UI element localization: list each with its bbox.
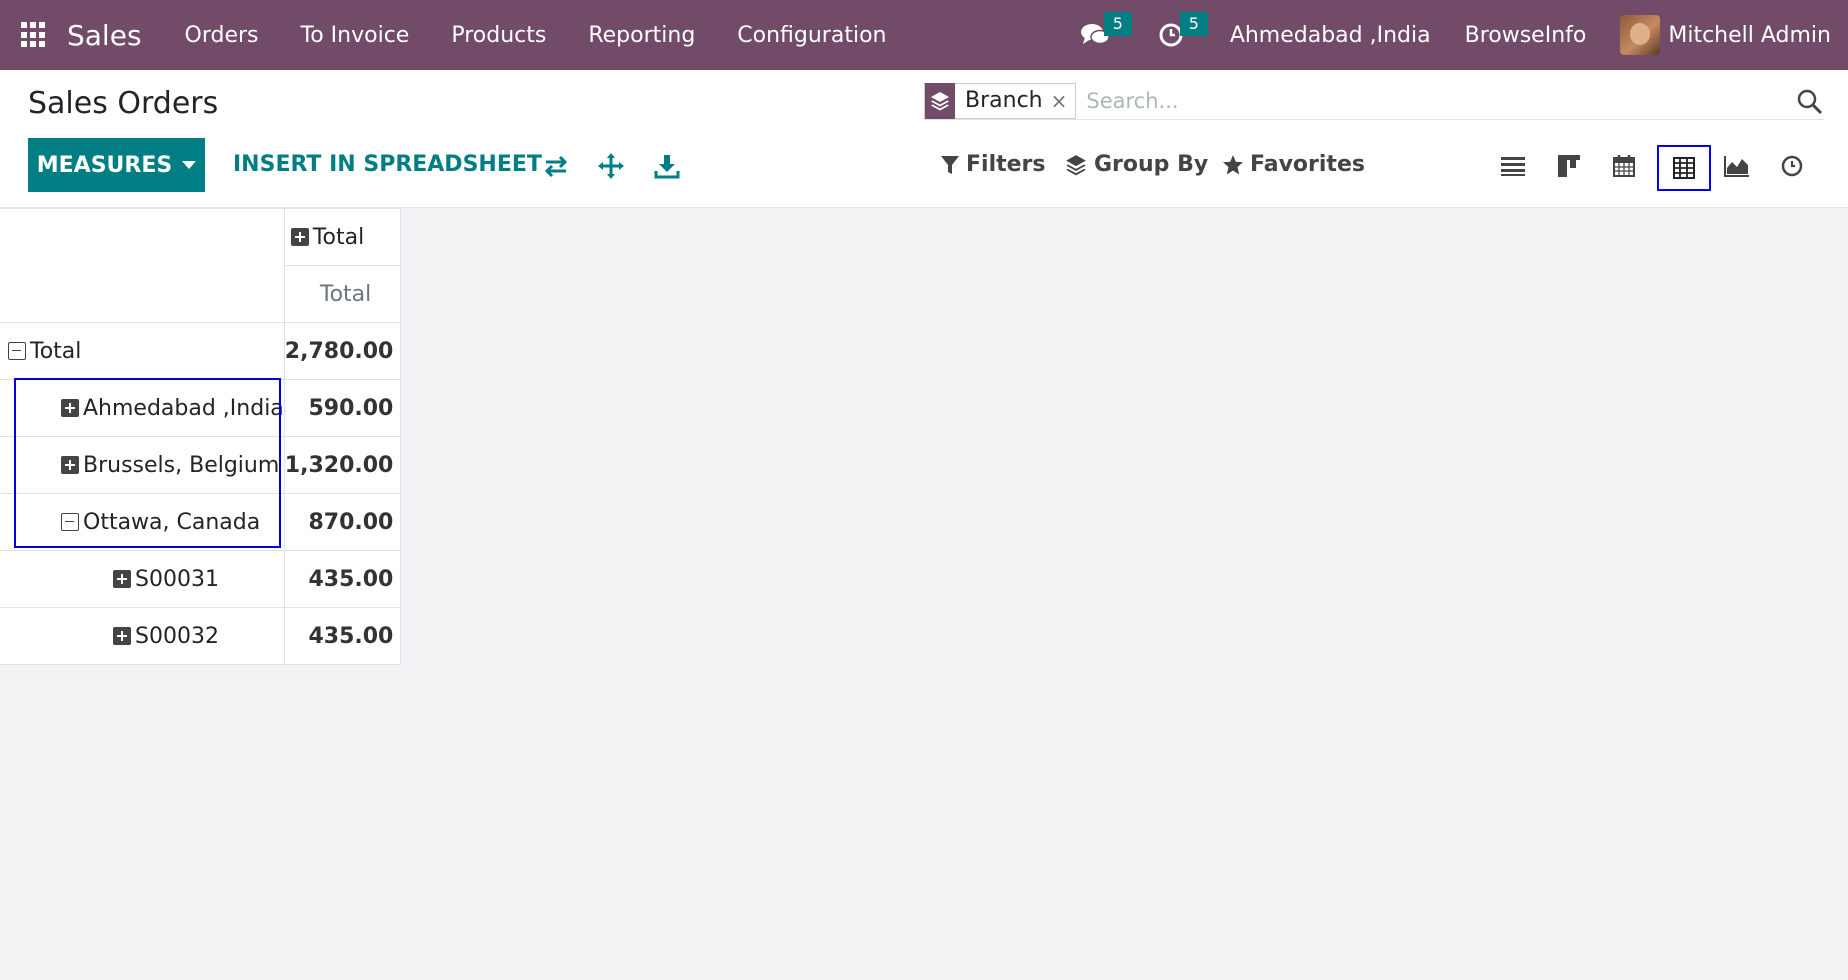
- facet-value: Branch: [965, 88, 1043, 113]
- measures-button[interactable]: MEASURES: [28, 138, 205, 192]
- pivot-cell[interactable]: 870.00: [283, 493, 402, 551]
- calendar-view-icon: [1613, 155, 1635, 177]
- facet-remove-icon[interactable]: ×: [1051, 89, 1076, 113]
- apps-menu-icon[interactable]: [21, 22, 47, 48]
- filters-button[interactable]: Filters: [940, 152, 1046, 177]
- systray: 5 5 Ahmedabad ,India BrowseInfo Mitchell…: [1078, 0, 1848, 70]
- group-by-facet-icon: [925, 82, 955, 119]
- search-bar: Branch ×: [924, 82, 1824, 120]
- pivot-row-header-brussels[interactable]: Brussels, Belgium: [0, 436, 285, 494]
- expand-all-icon[interactable]: [597, 152, 625, 180]
- expand-icon: [113, 626, 131, 645]
- expand-icon: [290, 227, 309, 246]
- row-label: S00032: [135, 623, 219, 649]
- page-title: Sales Orders: [28, 86, 219, 121]
- row-label: S00031: [135, 566, 219, 592]
- measures-label: MEASURES: [36, 152, 173, 178]
- row-label: Total: [30, 338, 82, 364]
- pivot-row-header-ottawa[interactable]: Ottawa, Canada: [0, 493, 285, 551]
- user-name: Mitchell Admin: [1668, 22, 1831, 48]
- avatar: [1620, 15, 1661, 55]
- control-panel: Sales Orders Branch × MEASURES INSERT IN…: [0, 70, 1848, 208]
- row-label: Ahmedabad ,India: [83, 395, 284, 421]
- kanban-view-button[interactable]: [1551, 148, 1587, 184]
- pivot-corner: [0, 208, 285, 323]
- pivot-cell[interactable]: 435.00: [283, 607, 402, 665]
- expand-icon: [61, 455, 79, 474]
- table-row: Ottawa, Canada 870.00: [0, 493, 402, 551]
- messages-badge: 5: [1103, 12, 1132, 36]
- row-label: Brussels, Belgium: [83, 452, 280, 478]
- pivot-cell[interactable]: 2,780.00: [283, 322, 402, 380]
- table-row: Brussels, Belgium 1,320.00: [0, 436, 402, 494]
- main-menu: Orders To Invoice Products Reporting Con…: [164, 23, 908, 48]
- pivot-cell[interactable]: 1,320.00: [283, 436, 402, 494]
- table-row: S00032 435.00: [0, 607, 402, 665]
- activity-view-button[interactable]: [1774, 148, 1810, 184]
- list-view-icon: [1501, 157, 1525, 176]
- collapse-icon: [8, 341, 26, 360]
- kanban-view-icon: [1558, 155, 1580, 177]
- menu-products[interactable]: Products: [430, 23, 567, 48]
- expand-icon: [61, 398, 79, 417]
- expand-icon: [113, 569, 131, 588]
- star-icon: [1223, 154, 1243, 174]
- top-navbar: Sales Orders To Invoice Products Reporti…: [0, 0, 1848, 70]
- search-icon[interactable]: [1796, 88, 1824, 116]
- table-row: Ahmedabad ,India 590.00: [0, 379, 402, 437]
- caret-down-icon: [182, 161, 197, 169]
- insert-in-spreadsheet-button[interactable]: INSERT IN SPREADSHEET: [233, 152, 542, 177]
- graph-view-icon: [1724, 156, 1749, 177]
- menu-to-invoice[interactable]: To Invoice: [280, 23, 431, 48]
- col-header-label: Total: [312, 224, 365, 250]
- menu-orders[interactable]: Orders: [164, 23, 280, 48]
- activities-button[interactable]: 5: [1154, 12, 1208, 52]
- messages-button[interactable]: 5: [1078, 12, 1132, 52]
- search-input[interactable]: [1086, 88, 1787, 113]
- favorites-button[interactable]: Favorites: [1222, 152, 1365, 177]
- pivot-row-header-s00031[interactable]: S00031: [0, 550, 285, 608]
- menu-reporting[interactable]: Reporting: [567, 23, 716, 48]
- company-switcher[interactable]: BrowseInfo: [1465, 23, 1587, 48]
- calendar-view-button[interactable]: [1606, 148, 1642, 184]
- clock-view-icon: [1781, 155, 1803, 177]
- user-menu[interactable]: Mitchell Admin: [1620, 15, 1831, 55]
- group-by-button[interactable]: Group By: [1064, 152, 1208, 177]
- search-facet: Branch ×: [924, 82, 1077, 119]
- list-view-button[interactable]: [1495, 148, 1531, 184]
- flip-axis-icon[interactable]: [542, 152, 570, 180]
- pivot-row-header-s00032[interactable]: S00032: [0, 607, 285, 665]
- pivot-view-icon: [1673, 157, 1695, 179]
- graph-view-button[interactable]: [1719, 148, 1755, 184]
- pivot-cell[interactable]: 590.00: [283, 379, 402, 437]
- pivot-cell[interactable]: 435.00: [283, 550, 402, 608]
- pivot-row-header-total[interactable]: Total: [0, 322, 285, 380]
- row-label: Ottawa, Canada: [83, 509, 261, 535]
- filter-icon: [941, 155, 959, 174]
- favorites-label: Favorites: [1250, 152, 1365, 177]
- menu-configuration[interactable]: Configuration: [716, 23, 907, 48]
- activities-badge: 5: [1179, 12, 1208, 36]
- branch-switcher[interactable]: Ahmedabad ,India: [1230, 23, 1431, 48]
- app-name[interactable]: Sales: [67, 19, 142, 52]
- group-by-label: Group By: [1094, 152, 1209, 177]
- collapse-icon: [61, 512, 79, 531]
- pivot-row-header-ahmedabad[interactable]: Ahmedabad ,India: [0, 379, 285, 437]
- pivot-measure-header[interactable]: Total: [283, 265, 402, 323]
- layers-icon: [1066, 154, 1086, 175]
- pivot-view-button[interactable]: [1657, 145, 1711, 191]
- table-row: Total 2,780.00: [0, 322, 402, 380]
- pivot-table: Total Total Total 2,780.00 Ahmedabad ,In…: [0, 208, 402, 665]
- pivot-col-header[interactable]: Total: [283, 208, 402, 266]
- table-row: S00031 435.00: [0, 550, 402, 608]
- filters-label: Filters: [966, 152, 1046, 177]
- download-icon[interactable]: [653, 152, 681, 180]
